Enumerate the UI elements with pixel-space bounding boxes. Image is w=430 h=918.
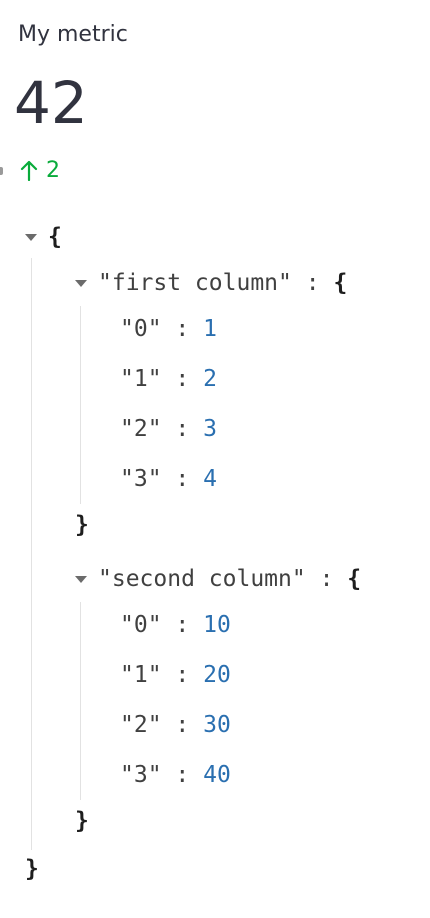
json-viewer: { "first column" : { "0" : 1 "1" : 2 "2"…: [0, 0, 430, 918]
json-colon: :: [175, 466, 190, 492]
json-key: "1": [120, 662, 162, 688]
json-colon: :: [175, 366, 190, 392]
json-number-value: 3: [203, 416, 217, 442]
json-colon: :: [175, 662, 190, 688]
json-colon: :: [175, 316, 190, 342]
tree-guide-second-column: [80, 602, 81, 800]
json-entry-row: "0" : 10: [120, 608, 231, 642]
json-colon: :: [175, 762, 190, 788]
json-root-row: {: [25, 220, 62, 254]
json-number-value: 30: [203, 712, 231, 738]
json-key: "3": [120, 466, 162, 492]
json-key: "3": [120, 762, 162, 788]
json-colon: :: [175, 416, 190, 442]
json-key: "2": [120, 712, 162, 738]
json-root-close-brace: }: [25, 856, 39, 882]
json-colon: :: [305, 270, 320, 296]
collapse-caret-icon[interactable]: [75, 575, 87, 583]
json-key: "first column": [98, 270, 292, 296]
tree-guide-root: [31, 258, 32, 850]
json-number-value: 20: [203, 662, 231, 688]
json-entry-row: "3" : 40: [120, 758, 231, 792]
json-number-value: 1: [203, 316, 217, 342]
json-second-column-close-row: }: [75, 804, 89, 838]
collapse-caret-icon[interactable]: [25, 233, 37, 241]
json-key: "2": [120, 416, 162, 442]
json-number-value: 40: [203, 762, 231, 788]
json-number-value: 4: [203, 466, 217, 492]
json-close-brace: }: [75, 808, 89, 834]
json-key: "0": [120, 612, 162, 638]
json-root-open-brace: {: [48, 224, 62, 250]
json-entry-row: "2" : 3: [120, 412, 217, 446]
json-colon: :: [319, 566, 334, 592]
json-entry-row: "1" : 2: [120, 362, 217, 396]
json-close-brace: }: [75, 512, 89, 538]
json-number-value: 10: [203, 612, 231, 638]
json-open-brace: {: [347, 566, 362, 592]
json-key: "second column": [98, 566, 306, 592]
json-first-column-close-row: }: [75, 508, 89, 542]
tree-guide-first-column: [80, 306, 81, 504]
json-key: "0": [120, 316, 162, 342]
json-colon: :: [175, 612, 190, 638]
json-entry-row: "2" : 30: [120, 708, 231, 742]
json-entry-row: "1" : 20: [120, 658, 231, 692]
json-entry-row: "0" : 1: [120, 312, 217, 346]
json-open-brace: {: [333, 270, 348, 296]
collapse-caret-icon[interactable]: [75, 279, 87, 287]
json-entry-row: "3" : 4: [120, 462, 217, 496]
json-key: "1": [120, 366, 162, 392]
json-second-column-row: "second column" : {: [75, 562, 361, 596]
json-first-column-row: "first column" : {: [75, 266, 347, 300]
json-number-value: 2: [203, 366, 217, 392]
json-root-close-row: }: [25, 852, 39, 886]
json-colon: :: [175, 712, 190, 738]
